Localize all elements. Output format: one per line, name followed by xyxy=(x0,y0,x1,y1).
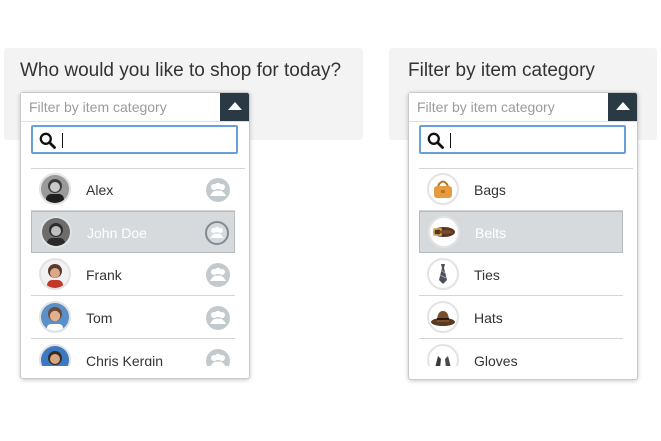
list-item-chris-kergin[interactable]: Chris Kergin xyxy=(31,340,235,366)
category-panel-title: Filter by item category xyxy=(408,60,595,81)
people-select-placeholder: Filter by item category xyxy=(29,99,167,115)
group-icon[interactable] xyxy=(206,306,230,330)
list-item-label: Tom xyxy=(86,310,113,326)
list-item-label: John Doe xyxy=(87,225,147,241)
avatar xyxy=(39,173,71,205)
people-select-toggle[interactable] xyxy=(220,93,249,121)
list-item-label: Alex xyxy=(86,182,114,198)
people-dropdown: Filter by item category Alex John Doe Fr… xyxy=(20,92,250,379)
hat-icon xyxy=(427,301,459,333)
belt-icon xyxy=(428,216,460,248)
list-item-ties[interactable]: Ties xyxy=(419,254,623,296)
category-list: Bags Belts Ties Hats Gloves xyxy=(419,168,633,366)
list-item-label: Belts xyxy=(475,225,507,241)
people-panel-title: Who would you like to shop for today? xyxy=(20,60,342,81)
text-cursor xyxy=(450,133,451,148)
people-search-field[interactable] xyxy=(31,125,238,154)
category-search-field[interactable] xyxy=(419,125,626,154)
bag-icon xyxy=(427,173,459,205)
list-item-label: Gloves xyxy=(474,353,518,366)
category-select-toggle[interactable] xyxy=(608,93,637,121)
category-select-placeholder: Filter by item category xyxy=(417,99,555,115)
search-icon xyxy=(39,132,56,149)
list-item-label: Hats xyxy=(474,310,503,326)
list-item-gloves[interactable]: Gloves xyxy=(419,340,623,366)
people-select[interactable]: Filter by item category xyxy=(21,93,249,122)
list-item-label: Chris Kergin xyxy=(86,353,164,366)
group-icon[interactable] xyxy=(205,221,229,245)
list-item-hats[interactable]: Hats xyxy=(419,297,623,339)
tie-icon xyxy=(427,258,459,290)
category-dropdown: Filter by item category Bags Belts Ties … xyxy=(408,92,638,380)
text-cursor xyxy=(62,133,63,148)
list-item-bags[interactable]: Bags xyxy=(419,169,623,211)
list-item-alex[interactable]: Alex xyxy=(31,169,235,211)
group-icon[interactable] xyxy=(206,349,230,366)
caret-up-icon xyxy=(228,102,242,110)
avatar xyxy=(39,344,71,366)
people-list: Alex John Doe Frank Tom Chris Kergin xyxy=(31,168,245,366)
people-search-input[interactable] xyxy=(65,129,229,152)
caret-up-icon xyxy=(616,102,630,110)
group-icon[interactable] xyxy=(206,178,230,202)
avatar xyxy=(39,301,71,333)
avatar xyxy=(39,258,71,290)
list-item-belts[interactable]: Belts xyxy=(419,211,623,253)
list-item-label: Frank xyxy=(86,267,122,283)
avatar xyxy=(40,216,72,248)
list-item-frank[interactable]: Frank xyxy=(31,254,235,296)
list-item-label: Ties xyxy=(474,267,500,283)
search-icon xyxy=(427,132,444,149)
gloves-icon xyxy=(427,344,459,366)
category-select[interactable]: Filter by item category xyxy=(409,93,637,122)
list-item-john-doe[interactable]: John Doe xyxy=(31,211,235,253)
list-item-tom[interactable]: Tom xyxy=(31,297,235,339)
group-icon[interactable] xyxy=(206,263,230,287)
category-search-input[interactable] xyxy=(453,129,617,152)
list-item-label: Bags xyxy=(474,182,506,198)
